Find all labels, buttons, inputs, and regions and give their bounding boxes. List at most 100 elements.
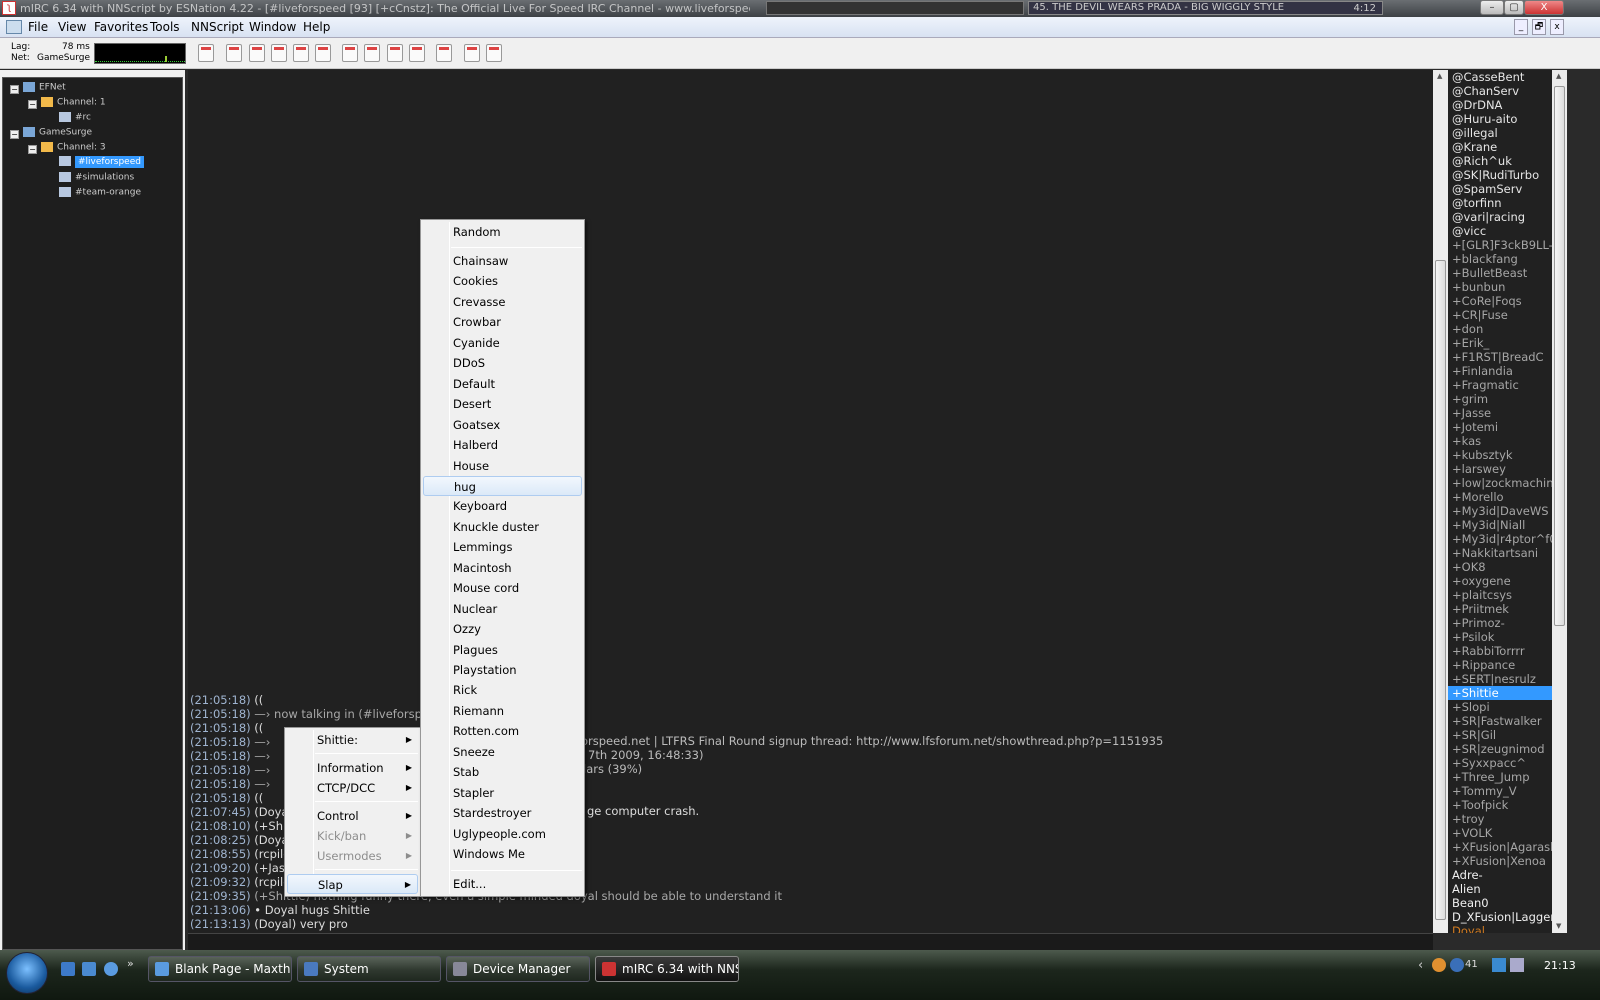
nick-item[interactable]: @ChanServ — [1452, 84, 1552, 98]
nick-item[interactable]: @CasseBent — [1452, 70, 1552, 84]
nick-item[interactable]: +[GLR]F3ckB9LL-A- — [1452, 238, 1552, 252]
nick-item[interactable]: +My3id|Niall — [1452, 518, 1552, 532]
tree-folder-gamesurge-channels[interactable]: Channel: 3 — [41, 142, 106, 153]
nick-item[interactable]: +SR|Gil — [1452, 728, 1552, 742]
tree-channel-liveforspeed[interactable]: #liveforspeed — [59, 155, 144, 168]
scroll-up-icon[interactable]: ▲ — [1556, 72, 1561, 80]
nick-item[interactable]: Bean0 — [1452, 896, 1552, 910]
slap-item[interactable]: Macintosh — [423, 558, 582, 578]
nick-item[interactable]: @SpamServ — [1452, 182, 1552, 196]
help-button[interactable] — [486, 44, 502, 62]
context-item-ctcpdcc[interactable]: CTCP/DCC ▶ — [287, 778, 418, 798]
nick-item[interactable]: +Toofpick — [1452, 798, 1552, 812]
nick-item[interactable]: +Erik_ — [1452, 336, 1552, 350]
slap-item[interactable]: Ozzy — [423, 619, 582, 639]
slap-item[interactable]: Plagues — [423, 640, 582, 660]
nick-item[interactable]: +F1RST|BreadC — [1452, 350, 1552, 364]
nick-item[interactable]: +CoRe|Foqs — [1452, 294, 1552, 308]
nick-item[interactable]: +larswey — [1452, 462, 1552, 476]
show-desktop-icon[interactable] — [61, 962, 75, 976]
nnscript-options-button[interactable] — [249, 44, 265, 62]
scrollbar-thumb[interactable] — [1554, 86, 1565, 626]
slap-item-random[interactable]: Random — [423, 222, 582, 242]
layout-button[interactable] — [436, 44, 452, 62]
address-book-button[interactable] — [293, 44, 309, 62]
scripts-editor-button[interactable] — [387, 44, 403, 62]
mdi-minimize-button[interactable]: _ — [1514, 19, 1528, 35]
nick-item[interactable]: +Tommy_V — [1452, 784, 1552, 798]
menu-help[interactable]: Help — [303, 20, 330, 34]
nick-item[interactable]: @Krane — [1452, 140, 1552, 154]
taskbar-button[interactable]: Device Manager — [446, 956, 590, 982]
nick-item[interactable]: +CR|Fuse — [1452, 308, 1552, 322]
nick-item[interactable]: +blackfang — [1452, 252, 1552, 266]
add-server-button[interactable] — [464, 44, 480, 62]
mdi-close-button[interactable]: x — [1550, 19, 1564, 35]
switch-windows-icon[interactable] — [82, 962, 96, 976]
slap-item[interactable]: Cyanide — [423, 333, 582, 353]
connect-button[interactable] — [198, 44, 214, 62]
taskbar-button[interactable]: mIRC 6.34 with NNS... — [595, 956, 739, 982]
tree-folder-efnet-channels[interactable]: Channel: 1 — [41, 97, 106, 108]
mirc-app-icon[interactable]: ʅ — [2, 1, 16, 15]
slap-item[interactable]: Mouse cord — [423, 578, 582, 598]
nick-item[interactable]: @torfinn — [1452, 196, 1552, 210]
context-item-shittie[interactable]: Shittie: ▶ — [287, 730, 418, 750]
nick-item[interactable]: +Psilok — [1452, 630, 1552, 644]
collapse-toggle[interactable]: − — [10, 130, 19, 139]
nick-item[interactable]: Alien — [1452, 882, 1552, 896]
nick-item[interactable]: +plaitcsys — [1452, 588, 1552, 602]
scrollbar-thumb[interactable] — [1435, 260, 1446, 920]
nick-item[interactable]: @Huru-aito — [1452, 112, 1552, 126]
slap-item[interactable]: DDoS — [423, 353, 582, 373]
menu-nnscript[interactable]: NNScript — [191, 20, 244, 34]
nick-item[interactable]: +troy — [1452, 812, 1552, 826]
quicklaunch-chevron[interactable]: » — [127, 957, 134, 970]
slap-item[interactable]: Rotten.com — [423, 721, 582, 741]
context-item-control[interactable]: Control ▶ — [287, 806, 418, 826]
volume-icon[interactable] — [1510, 958, 1524, 972]
taskbar-button[interactable]: Blank Page - Maxth... — [148, 956, 292, 982]
colors-button[interactable] — [364, 44, 380, 62]
close-button[interactable]: X — [1524, 0, 1564, 15]
maximize-button[interactable]: ▢ — [1504, 0, 1524, 15]
context-item-slap[interactable]: Slap ▶ — [287, 874, 418, 894]
tree-channel-rc[interactable]: #rc — [59, 112, 91, 123]
message-input[interactable] — [188, 933, 1433, 950]
nick-item[interactable]: +Priitmek — [1452, 602, 1552, 616]
scroll-down-icon[interactable]: ▼ — [1556, 922, 1561, 930]
nick-item[interactable]: +grim — [1452, 392, 1552, 406]
network-icon[interactable] — [1492, 958, 1506, 972]
minimize-button[interactable]: – — [1480, 0, 1504, 15]
collapse-toggle[interactable]: − — [28, 145, 37, 154]
mdi-window-icon[interactable] — [6, 20, 22, 34]
nick-item[interactable]: @vari|racing — [1452, 210, 1552, 224]
slap-item[interactable]: Sneeze — [423, 742, 582, 762]
media-player-track[interactable]: 45. THE DEVIL WEARS PRADA - BIG WIGGLY S… — [1028, 1, 1383, 15]
chat-scrollbar[interactable]: ▲ — [1433, 70, 1448, 933]
nick-item[interactable]: +Rippance — [1452, 658, 1552, 672]
nick-item[interactable]: +OK8 — [1452, 560, 1552, 574]
nick-item[interactable]: @vicc — [1452, 224, 1552, 238]
nick-item[interactable]: +SR|zeugnimod — [1452, 742, 1552, 756]
nick-item[interactable]: +bunbun — [1452, 280, 1552, 294]
nick-item[interactable]: +Jasse — [1452, 406, 1552, 420]
taskbar-button[interactable]: System — [297, 956, 441, 982]
mdi-restore-button[interactable]: 🗗 — [1532, 19, 1546, 35]
nick-item[interactable]: +SR|Fastwalker — [1452, 714, 1552, 728]
slap-item-edit[interactable]: Edit... — [423, 874, 582, 894]
nick-item[interactable]: Adre- — [1452, 868, 1552, 882]
tray-app-icon[interactable] — [1450, 958, 1464, 972]
context-item-information[interactable]: Information ▶ — [287, 758, 418, 778]
slap-item[interactable]: Windows Me — [423, 844, 582, 864]
maxthon-quicklaunch-icon[interactable] — [104, 962, 118, 976]
nick-item[interactable]: +VOLK — [1452, 826, 1552, 840]
nick-item[interactable]: +don — [1452, 322, 1552, 336]
notify-button[interactable] — [271, 44, 287, 62]
slap-item[interactable]: Crowbar — [423, 312, 582, 332]
nick-item[interactable]: +SERT|nesrulz — [1452, 672, 1552, 686]
menu-window[interactable]: Window — [249, 20, 296, 34]
slap-item[interactable]: Stab — [423, 762, 582, 782]
nick-item[interactable]: +My3id|r4ptor^f00 — [1452, 532, 1552, 546]
nick-item[interactable]: @DrDNA — [1452, 98, 1552, 112]
